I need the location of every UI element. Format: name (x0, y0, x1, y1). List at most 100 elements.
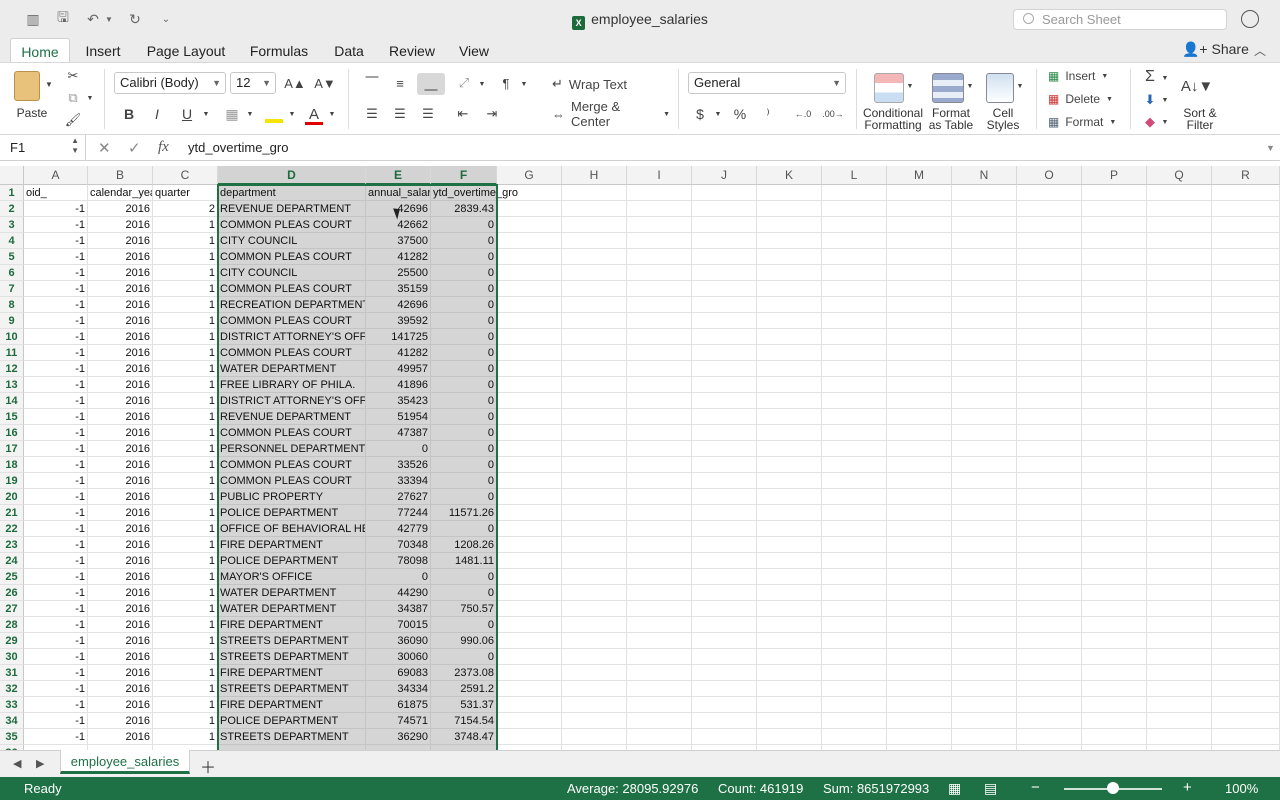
column-header-h[interactable]: H (562, 166, 627, 185)
empty-cell[interactable] (1147, 345, 1212, 361)
empty-cell[interactable] (562, 185, 627, 201)
empty-cell[interactable] (757, 393, 822, 409)
empty-cell[interactable] (1082, 633, 1147, 649)
empty-cell[interactable] (1147, 425, 1212, 441)
empty-cell[interactable] (497, 633, 562, 649)
empty-cell[interactable] (562, 233, 627, 249)
empty-cell[interactable] (497, 409, 562, 425)
empty-cell[interactable] (1147, 233, 1212, 249)
row-header[interactable]: 28 (0, 617, 24, 633)
table-cell[interactable]: 1 (153, 601, 218, 617)
paste-dropdown-icon[interactable]: ▼ (44, 77, 54, 91)
row-header[interactable]: 9 (0, 313, 24, 329)
empty-cell[interactable] (1147, 681, 1212, 697)
empty-cell[interactable] (822, 585, 887, 601)
table-cell[interactable]: -1 (24, 521, 88, 537)
empty-cell[interactable] (562, 713, 627, 729)
orientation-dropdown-icon[interactable]: ▼ (478, 79, 486, 89)
table-cell[interactable]: 0 (431, 585, 497, 601)
empty-cell[interactable] (952, 217, 1017, 233)
table-cell[interactable]: 1 (153, 729, 218, 745)
empty-cell[interactable] (627, 729, 692, 745)
empty-cell[interactable] (887, 185, 952, 201)
delete-cells-button[interactable]: ▦ Delete ▼ (1048, 91, 1124, 107)
table-cell[interactable]: PUBLIC PROPERTY (218, 489, 366, 505)
percent-button[interactable]: % (730, 103, 750, 125)
empty-cell[interactable] (822, 281, 887, 297)
table-cell[interactable]: 2016 (88, 409, 153, 425)
empty-cell[interactable] (692, 713, 757, 729)
empty-cell[interactable] (627, 569, 692, 585)
empty-cell[interactable] (562, 265, 627, 281)
empty-cell[interactable] (1082, 473, 1147, 489)
empty-cell[interactable] (1212, 313, 1280, 329)
empty-cell[interactable] (952, 281, 1017, 297)
empty-cell[interactable] (822, 377, 887, 393)
table-cell[interactable]: 0 (431, 297, 497, 313)
table-cell[interactable]: 0 (431, 329, 497, 345)
empty-cell[interactable] (562, 345, 627, 361)
empty-cell[interactable] (562, 537, 627, 553)
empty-cell[interactable] (1017, 217, 1082, 233)
currency-button[interactable]: $ (690, 103, 710, 125)
table-cell[interactable]: 1 (153, 425, 218, 441)
cell-styles-dropdown-icon[interactable]: ▼ (1016, 81, 1024, 91)
empty-cell[interactable] (1212, 473, 1280, 489)
table-cell[interactable]: FIRE DEPARTMENT (218, 537, 366, 553)
table-cell[interactable]: -1 (24, 297, 88, 313)
table-cell[interactable]: 3748.47 (431, 729, 497, 745)
table-cell[interactable]: 750.57 (431, 601, 497, 617)
empty-cell[interactable] (757, 409, 822, 425)
empty-cell[interactable] (1082, 265, 1147, 281)
empty-cell[interactable] (757, 473, 822, 489)
table-cell[interactable]: 2016 (88, 425, 153, 441)
empty-cell[interactable] (562, 617, 627, 633)
empty-cell[interactable] (1082, 233, 1147, 249)
empty-cell[interactable] (757, 649, 822, 665)
table-cell[interactable]: 0 (431, 377, 497, 393)
empty-cell[interactable] (1147, 489, 1212, 505)
empty-cell[interactable] (887, 457, 952, 473)
column-header-d[interactable]: D (218, 166, 366, 185)
table-cell[interactable]: 1 (153, 713, 218, 729)
empty-cell[interactable] (562, 697, 627, 713)
empty-cell[interactable] (887, 537, 952, 553)
row-header[interactable]: 33 (0, 697, 24, 713)
empty-cell[interactable] (1147, 441, 1212, 457)
paste-icon[interactable] (14, 71, 40, 101)
empty-cell[interactable] (497, 537, 562, 553)
empty-cell[interactable] (1147, 281, 1212, 297)
empty-cell[interactable] (952, 537, 1017, 553)
empty-cell[interactable] (692, 569, 757, 585)
empty-cell[interactable] (627, 345, 692, 361)
column-header-m[interactable]: M (887, 166, 952, 185)
empty-cell[interactable] (497, 649, 562, 665)
clear-eraser-icon[interactable]: ◆ (1140, 113, 1160, 131)
underline-button[interactable]: U (176, 103, 198, 125)
empty-cell[interactable] (627, 665, 692, 681)
empty-cell[interactable] (952, 681, 1017, 697)
empty-cell[interactable] (1017, 665, 1082, 681)
row-header[interactable]: 34 (0, 713, 24, 729)
format-as-table-dropdown-icon[interactable]: ▼ (966, 81, 974, 91)
empty-cell[interactable] (692, 441, 757, 457)
empty-cell[interactable] (757, 217, 822, 233)
empty-cell[interactable] (1082, 425, 1147, 441)
empty-cell[interactable] (627, 633, 692, 649)
table-cell[interactable]: 2016 (88, 473, 153, 489)
table-cell[interactable]: -1 (24, 553, 88, 569)
empty-cell[interactable] (497, 425, 562, 441)
empty-cell[interactable] (1082, 441, 1147, 457)
empty-cell[interactable] (1082, 729, 1147, 745)
empty-cell[interactable] (627, 601, 692, 617)
empty-cell[interactable] (1147, 313, 1212, 329)
empty-cell[interactable] (1017, 457, 1082, 473)
empty-cell[interactable] (1017, 697, 1082, 713)
empty-cell[interactable] (1147, 633, 1212, 649)
row-header[interactable]: 14 (0, 393, 24, 409)
empty-cell[interactable] (692, 313, 757, 329)
table-cell[interactable]: 74571 (366, 713, 431, 729)
empty-cell[interactable] (1017, 185, 1082, 201)
empty-cell[interactable] (1212, 601, 1280, 617)
table-cell[interactable]: 49957 (366, 361, 431, 377)
